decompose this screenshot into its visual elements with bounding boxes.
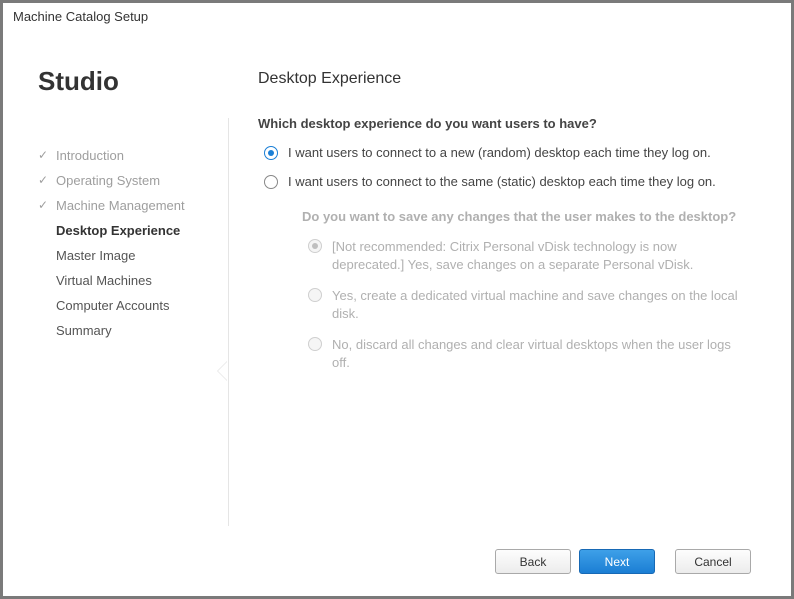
step-virtual-machines: Virtual Machines: [38, 268, 228, 293]
radio-icon: [264, 146, 278, 160]
step-computer-accounts: Computer Accounts: [38, 293, 228, 318]
sidebar-divider: [228, 118, 229, 526]
cancel-button[interactable]: Cancel: [675, 549, 751, 574]
wizard-body: Studio Introduction Operating System Mac…: [3, 28, 791, 596]
sub-option-discard: No, discard all changes and clear virtua…: [302, 332, 751, 381]
radio-icon: [308, 239, 322, 253]
option-label: Yes, create a dedicated virtual machine …: [332, 287, 751, 322]
window-title: Machine Catalog Setup: [3, 3, 791, 28]
main-question: Which desktop experience do you want use…: [258, 116, 751, 131]
step-machine-management[interactable]: Machine Management: [38, 193, 228, 218]
sub-option-dedicated-vm: Yes, create a dedicated virtual machine …: [302, 283, 751, 332]
step-master-image: Master Image: [38, 243, 228, 268]
option-label: [Not recommended: Citrix Personal vDisk …: [332, 238, 751, 273]
sidebar-heading: Studio: [38, 66, 228, 97]
step-summary: Summary: [38, 318, 228, 343]
option-static-desktop[interactable]: I want users to connect to the same (sta…: [258, 170, 751, 199]
wizard-footer: Back Next Cancel: [495, 549, 751, 574]
step-introduction[interactable]: Introduction: [38, 143, 228, 168]
page-heading: Desktop Experience: [258, 70, 751, 88]
step-label: Summary: [56, 323, 112, 338]
divider-notch: [227, 361, 239, 381]
option-label: No, discard all changes and clear virtua…: [332, 336, 751, 371]
option-label: I want users to connect to a new (random…: [288, 145, 711, 160]
step-label: Virtual Machines: [56, 273, 152, 288]
step-list: Introduction Operating System Machine Ma…: [38, 143, 228, 343]
option-random-desktop[interactable]: I want users to connect to a new (random…: [258, 141, 751, 170]
radio-icon: [264, 175, 278, 189]
sub-question: Do you want to save any changes that the…: [302, 209, 751, 224]
wizard-window: Machine Catalog Setup Studio Introductio…: [0, 0, 794, 599]
wizard-sidebar: Studio Introduction Operating System Mac…: [3, 28, 228, 596]
step-label: Operating System: [56, 173, 160, 188]
radio-icon: [308, 288, 322, 302]
step-operating-system[interactable]: Operating System: [38, 168, 228, 193]
step-label: Master Image: [56, 248, 135, 263]
nav-button-group: Back Next: [495, 549, 655, 574]
step-label: Computer Accounts: [56, 298, 169, 313]
step-label: Introduction: [56, 148, 124, 163]
radio-icon: [308, 337, 322, 351]
step-label: Desktop Experience: [56, 223, 180, 238]
wizard-content: Desktop Experience Which desktop experie…: [228, 28, 791, 596]
back-button[interactable]: Back: [495, 549, 571, 574]
next-button[interactable]: Next: [579, 549, 655, 574]
step-desktop-experience[interactable]: Desktop Experience: [38, 218, 228, 243]
option-label: I want users to connect to the same (sta…: [288, 174, 716, 189]
sub-option-pvdisk: [Not recommended: Citrix Personal vDisk …: [302, 234, 751, 283]
sub-section: Do you want to save any changes that the…: [302, 209, 751, 381]
step-label: Machine Management: [56, 198, 185, 213]
